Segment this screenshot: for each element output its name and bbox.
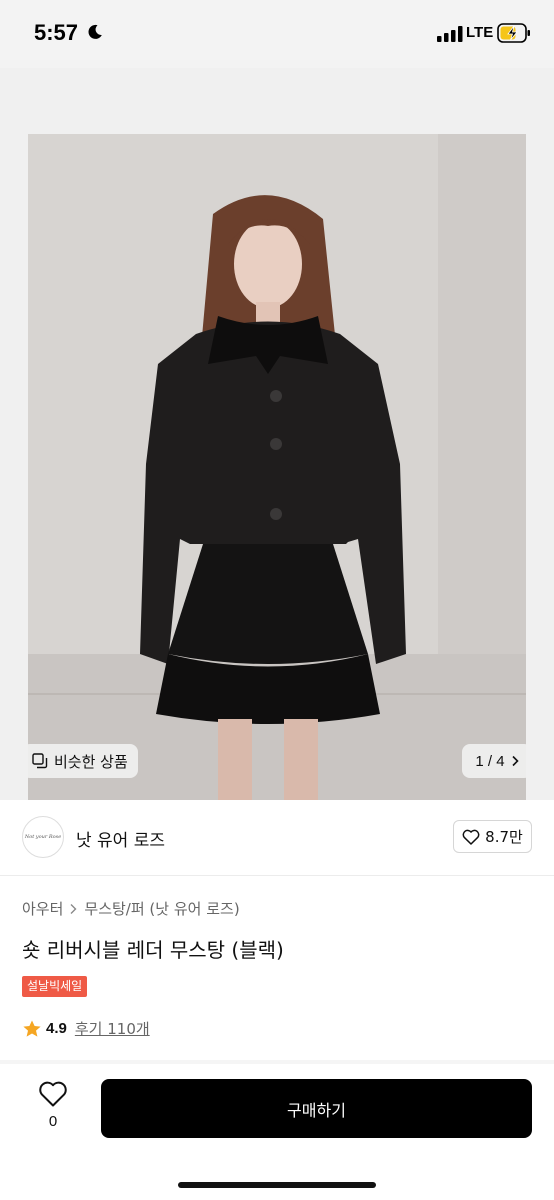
product-photo-illustration (28, 134, 526, 800)
battery-charging-icon (497, 23, 530, 43)
wishlist-heart-icon[interactable] (38, 1080, 68, 1108)
network-label: LTE (466, 24, 494, 41)
similar-items-icon (32, 753, 48, 769)
breadcrumb: 아우터 무스탕/퍼 (낫 유어 로즈) (22, 898, 240, 919)
breadcrumb-category[interactable]: 아우터 (22, 898, 63, 919)
similar-products-button[interactable]: 비슷한 상품 (22, 744, 138, 778)
status-time: 5:57 (34, 20, 79, 45)
buy-button[interactable]: 구매하기 (101, 1079, 532, 1138)
product-image[interactable] (28, 134, 526, 800)
page-counter-text: 1 / 4 (475, 752, 505, 770)
breadcrumb-subcategory[interactable]: 무스탕/퍼 (낫 유어 로즈) (84, 898, 239, 919)
heart-icon (462, 829, 480, 845)
brand-logo-text: Not your Rose (24, 834, 62, 840)
brand-name[interactable]: 낫 유어 로즈 (76, 826, 165, 851)
brand-like-count: 8.7만 (485, 828, 523, 846)
chevron-right-icon (70, 903, 77, 914)
star-icon (23, 1020, 41, 1037)
brand-logo[interactable]: Not your Rose (22, 816, 64, 858)
rating-value: 4.9 (46, 1020, 67, 1037)
product-title: 숏 리버시블 레더 무스탕 (블랙) (22, 938, 284, 962)
home-indicator (178, 1182, 376, 1188)
brand-like-button[interactable]: 8.7만 (453, 820, 532, 853)
similar-products-label: 비슷한 상품 (54, 752, 128, 771)
wishlist-count: 0 (48, 1113, 58, 1130)
rating-row: 4.9 후기 110개 (22, 1018, 150, 1039)
moon-icon (88, 24, 102, 39)
review-count-link[interactable]: 후기 110개 (75, 1018, 150, 1039)
status-bar: 5:57 LTE (0, 0, 554, 68)
signal-bars-icon (437, 26, 463, 42)
sale-badge: 설날빅세일 (22, 976, 88, 997)
chevron-right-icon (512, 755, 519, 767)
image-page-counter[interactable]: 1 / 4 (462, 744, 532, 778)
